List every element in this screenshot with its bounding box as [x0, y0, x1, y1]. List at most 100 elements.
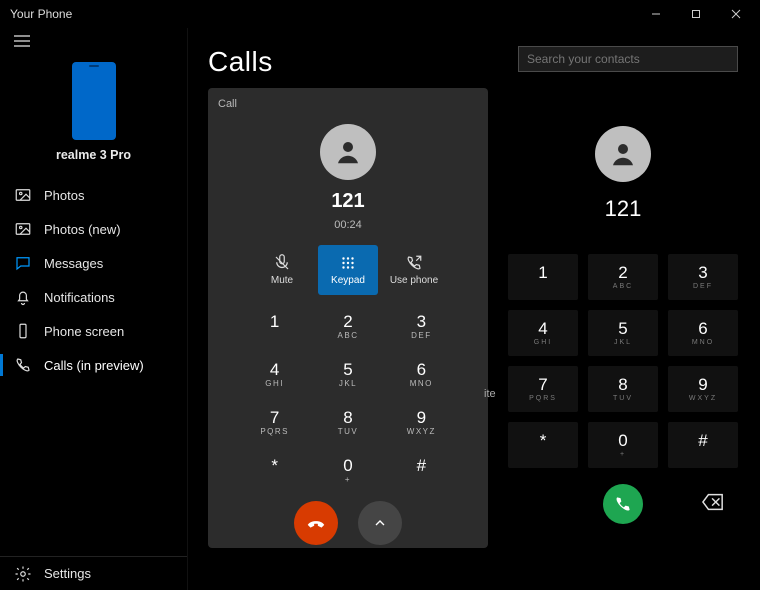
key-4[interactable]: 4GHI [508, 310, 578, 356]
key-digit: 0 [343, 456, 352, 476]
incall-keypad: 1 2ABC3DEF4GHI5JKL6MNO7PQRS8TUV9WXYZ* 0+… [238, 305, 458, 491]
keypad-button[interactable]: Keypad [318, 245, 378, 295]
mute-label: Mute [271, 275, 293, 286]
key-sub: JKL [339, 379, 357, 388]
key-sub: TUV [338, 427, 359, 436]
end-call-button[interactable] [294, 501, 338, 545]
key-3[interactable]: 3DEF [668, 254, 738, 300]
device-preview: realme 3 Pro [0, 56, 187, 170]
dial-button[interactable] [603, 484, 643, 524]
key-6[interactable]: 6MNO [668, 310, 738, 356]
key-sub: PQRS [529, 395, 557, 402]
key-digit: 8 [343, 408, 352, 428]
key-sub: DEF [693, 283, 713, 290]
bell-icon [14, 288, 32, 306]
key-sub: WXYZ [689, 395, 717, 402]
sidebar-item-phone-screen[interactable]: Phone screen [0, 314, 187, 348]
key-sub: PQRS [260, 427, 289, 436]
key-5[interactable]: 5JKL [311, 353, 384, 395]
active-call-card: Call 121 00:24 Mute Keypad [208, 88, 488, 548]
key-sub: JKL [614, 339, 632, 346]
key-*[interactable]: * [508, 422, 578, 468]
sidebar-item-label: Notifications [44, 290, 115, 305]
key-digit: 0 [618, 432, 627, 449]
phone-icon [14, 356, 32, 374]
caller-number: 121 [218, 190, 478, 213]
key-7[interactable]: 7PQRS [238, 401, 311, 443]
key-digit: 6 [417, 360, 426, 380]
dialer-pane: ite 121 1 2ABC3DEF4GHI5JKL6MNO7PQRS8TUV9… [498, 28, 760, 590]
key-1[interactable]: 1 [508, 254, 578, 300]
person-icon [608, 139, 638, 169]
key-5[interactable]: 5 JKL [588, 310, 658, 356]
device-thumbnail [72, 62, 116, 140]
chevron-up-icon [372, 515, 388, 531]
sidebar-item-label: Calls (in preview) [44, 358, 144, 373]
key-8[interactable]: 8TUV [311, 401, 384, 443]
call-tag: Call [218, 98, 478, 110]
key-1[interactable]: 1 [238, 305, 311, 347]
page-title: Calls [208, 46, 488, 78]
key-digit: # [698, 432, 707, 449]
person-icon [333, 137, 363, 167]
sidebar-item-label: Messages [44, 256, 103, 271]
key-7[interactable]: 7PQRS [508, 366, 578, 412]
sidebar-item-photos[interactable]: Photos [0, 178, 187, 212]
contacts-search-input[interactable] [518, 46, 738, 72]
backspace-button[interactable] [702, 493, 724, 516]
key-0[interactable]: 0+ [588, 422, 658, 468]
maximize-button[interactable] [676, 0, 716, 28]
key-digit: 8 [618, 376, 627, 393]
key-#[interactable]: # [385, 449, 458, 491]
key-digit: 6 [698, 320, 707, 337]
key-digit: 5 [618, 320, 627, 337]
key-4[interactable]: 4GHI [238, 353, 311, 395]
keypad-icon [339, 254, 357, 272]
key-sub: TUV [613, 395, 633, 402]
key-sub: GHI [534, 339, 552, 346]
key-digit: * [271, 456, 278, 476]
key-0[interactable]: 0+ [311, 449, 384, 491]
window-title: Your Phone [10, 7, 636, 21]
sidebar-item-calls[interactable]: Calls (in preview) [0, 348, 187, 382]
use-phone-button[interactable]: Use phone [384, 245, 444, 295]
collapse-keypad-button[interactable] [358, 501, 402, 545]
hamburger-menu[interactable] [0, 28, 187, 56]
key-8[interactable]: 8 TUV [588, 366, 658, 412]
key-6[interactable]: 6MNO [385, 353, 458, 395]
mute-button[interactable]: Mute [252, 245, 312, 295]
call-icon [613, 494, 633, 514]
sidebar-item-photos-new[interactable]: Photos (new) [0, 212, 187, 246]
key-2[interactable]: 2ABC [588, 254, 658, 300]
sidebar-item-label: Photos (new) [44, 222, 121, 237]
sidebar-item-label: Settings [44, 566, 91, 581]
mic-off-icon [273, 254, 291, 272]
dial-avatar [595, 126, 651, 182]
key-2[interactable]: 2ABC [311, 305, 384, 347]
gear-icon [14, 565, 32, 583]
key-digit: # [417, 456, 426, 476]
minimize-button[interactable] [636, 0, 676, 28]
key-digit: 9 [417, 408, 426, 428]
sidebar-item-label: Photos [44, 188, 84, 203]
sidebar-item-messages[interactable]: Messages [0, 246, 187, 280]
key-9[interactable]: 9WXYZ [385, 401, 458, 443]
key-#[interactable]: # [668, 422, 738, 468]
key-sub: + [620, 451, 626, 458]
key-3[interactable]: 3DEF [385, 305, 458, 347]
key-digit: 4 [270, 360, 279, 380]
sidebar: realme 3 Pro Photos Photos (new) Message… [0, 28, 188, 590]
key-*[interactable]: * [238, 449, 311, 491]
sidebar-settings[interactable]: Settings [0, 556, 187, 590]
backspace-icon [702, 493, 724, 511]
key-digit: 1 [538, 264, 547, 281]
close-button[interactable] [716, 0, 756, 28]
sidebar-item-notifications[interactable]: Notifications [0, 280, 187, 314]
key-digit: * [540, 432, 547, 449]
calls-pane: Calls Call 121 00:24 Mute Keypad [188, 28, 498, 590]
truncated-text: ite [484, 388, 496, 400]
key-sub: DEF [411, 331, 432, 340]
image-icon [14, 220, 32, 238]
key-9[interactable]: 9WXYZ [668, 366, 738, 412]
image-icon [14, 186, 32, 204]
